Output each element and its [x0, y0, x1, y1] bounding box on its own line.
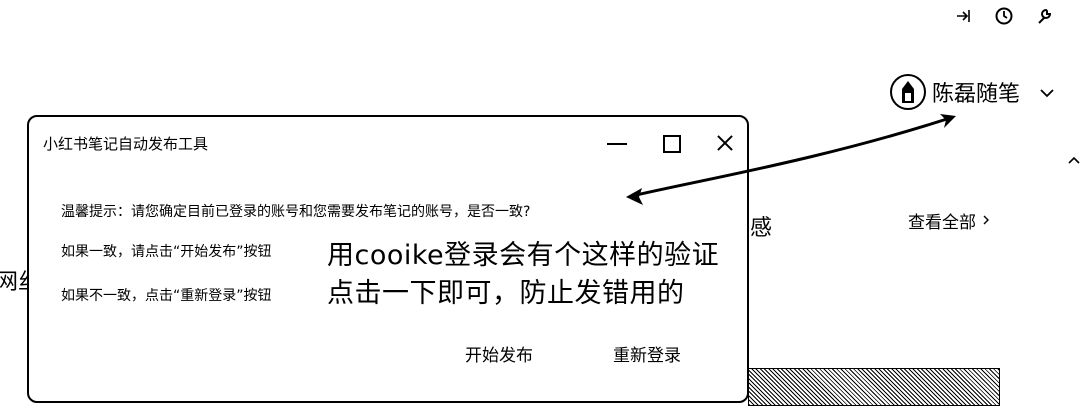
- user-menu[interactable]: 陈磊随笔: [890, 74, 1054, 110]
- username: 陈磊随笔: [932, 82, 1021, 107]
- login-arrow-icon[interactable]: [954, 6, 974, 26]
- relogin-button[interactable]: 重新登录: [613, 341, 681, 366]
- clock-icon[interactable]: [994, 6, 1014, 26]
- annotation-line-2: 点击一下即可，防止发错用的: [327, 278, 685, 309]
- avatar-icon: [890, 74, 926, 110]
- wrench-icon[interactable]: [1034, 6, 1054, 26]
- annotation-line-1: 用cooike登录会有个这样的验证: [327, 240, 720, 271]
- chevron-right-icon: [982, 211, 990, 231]
- maximize-button[interactable]: [659, 131, 683, 155]
- chevron-up-icon[interactable]: [1068, 150, 1080, 169]
- chevron-down-icon[interactable]: [1040, 83, 1054, 102]
- minimize-button[interactable]: [605, 131, 629, 155]
- start-publish-button[interactable]: 开始发布: [465, 341, 533, 366]
- background-image: [748, 368, 1000, 406]
- if-same-text: 如果一致，请点击“开始发布”按钮: [61, 244, 272, 260]
- background-text-right: 感: [750, 216, 773, 241]
- confirm-dialog: 小红书笔记自动发布工具 温馨提示：请您确定目前已登录的账号和您需要发布笔记的账号…: [27, 115, 749, 403]
- warning-text: 温馨提示：请您确定目前已登录的账号和您需要发布笔记的账号，是否一致?: [61, 204, 531, 220]
- window-controls: [605, 131, 737, 155]
- if-different-text: 如果不一致，点击“重新登录”按钮: [61, 288, 272, 304]
- close-button[interactable]: [713, 131, 737, 155]
- view-all-label: 查看全部: [908, 213, 976, 233]
- dialog-title: 小红书笔记自动发布工具: [43, 135, 209, 153]
- top-toolbar: [954, 6, 1054, 26]
- view-all-link[interactable]: 查看全部: [908, 208, 990, 233]
